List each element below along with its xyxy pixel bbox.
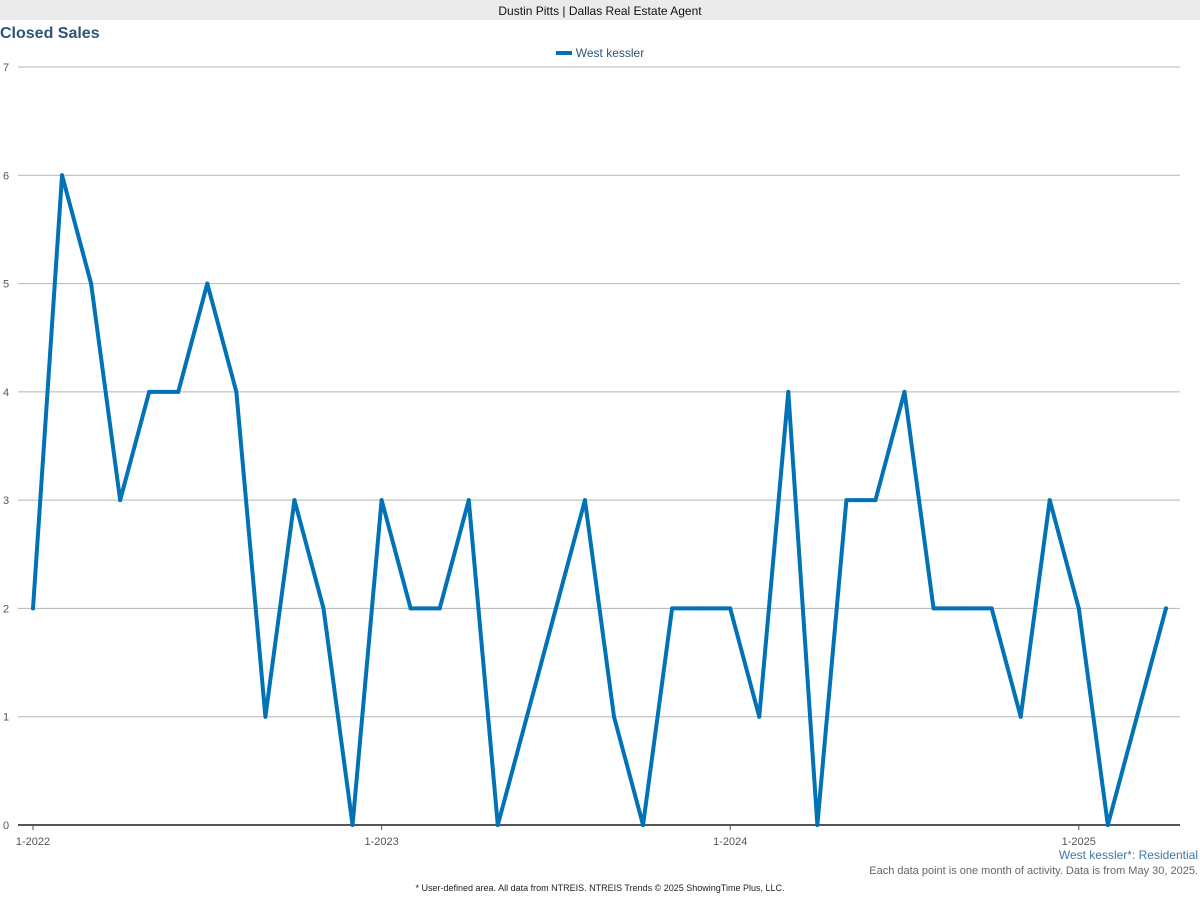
data-note: Each data point is one month of activity… xyxy=(869,865,1198,877)
data-point-4-2023 xyxy=(466,498,471,503)
data-point-7-2022 xyxy=(205,281,210,286)
data-point-12-2022 xyxy=(350,823,355,827)
y-tick-label-1: 1 xyxy=(3,712,9,724)
data-point-1-2023 xyxy=(379,498,384,503)
data-point-6-2023 xyxy=(524,714,529,719)
y-tick-label-4: 4 xyxy=(3,387,9,399)
y-tick-label-3: 3 xyxy=(3,495,9,507)
x-tick-label-1-2023: 1-2023 xyxy=(364,836,398,848)
data-point-1-2024 xyxy=(728,606,733,611)
y-tick-label-7: 7 xyxy=(3,62,9,74)
data-point-12-2023 xyxy=(699,606,704,611)
y-tick-label-2: 2 xyxy=(3,603,9,615)
data-point-11-2023 xyxy=(670,606,675,611)
data-point-9-2023 xyxy=(612,714,616,719)
data-point-8-2022 xyxy=(234,389,239,394)
x-tick-label-1-2024: 1-2024 xyxy=(713,836,747,848)
data-point-7-2023 xyxy=(553,606,558,611)
data-point-12-2024 xyxy=(1047,498,1052,503)
data-point-10-2024 xyxy=(989,606,994,611)
data-point-7-2024 xyxy=(902,389,907,394)
data-point-1-2025 xyxy=(1076,606,1081,611)
data-point-6-2022 xyxy=(176,389,181,394)
data-point-2-2025 xyxy=(1105,823,1110,827)
data-point-9-2022 xyxy=(263,714,268,719)
data-point-2-2023 xyxy=(408,606,413,611)
data-point-4-2025 xyxy=(1163,606,1168,611)
data-point-5-2024 xyxy=(844,498,849,503)
data-point-2-2022 xyxy=(60,173,65,178)
data-point-4-2024 xyxy=(815,823,820,827)
chart-plot: 0 1 2 3 4 5 6 7 1-2022 1-2023 1-2024 1-2025 xyxy=(3,62,1180,848)
data-point-3-2024 xyxy=(786,389,791,394)
data-point-3-2022 xyxy=(89,281,94,286)
data-point-8-2023 xyxy=(582,498,587,503)
data-point-11-2022 xyxy=(321,606,326,611)
data-point-9-2024 xyxy=(960,606,965,611)
area-label: West kessler*: Residential xyxy=(1058,848,1198,862)
data-point-3-2025 xyxy=(1134,714,1139,719)
data-point-8-2024 xyxy=(931,606,936,611)
y-tick-label-5: 5 xyxy=(3,279,9,291)
data-point-3-2023 xyxy=(437,606,442,611)
data-point-4-2022 xyxy=(118,498,123,503)
x-tick-label-1-2022: 1-2022 xyxy=(16,836,50,848)
footer-note: * User-defined area. All data from NTREI… xyxy=(415,883,785,893)
y-tick-label-6: 6 xyxy=(3,170,9,182)
data-point-1-2022 xyxy=(31,606,35,611)
data-point-6-2024 xyxy=(873,498,878,503)
data-point-5-2023 xyxy=(495,823,500,827)
data-point-2-2024 xyxy=(757,714,762,719)
data-point-10-2022 xyxy=(292,498,297,503)
data-point-11-2024 xyxy=(1018,714,1023,719)
x-tick-label-1-2025: 1-2025 xyxy=(1062,836,1096,848)
data-point-5-2022 xyxy=(147,389,152,394)
y-tick-label-0: 0 xyxy=(3,820,9,832)
data-point-10-2023 xyxy=(641,823,646,827)
